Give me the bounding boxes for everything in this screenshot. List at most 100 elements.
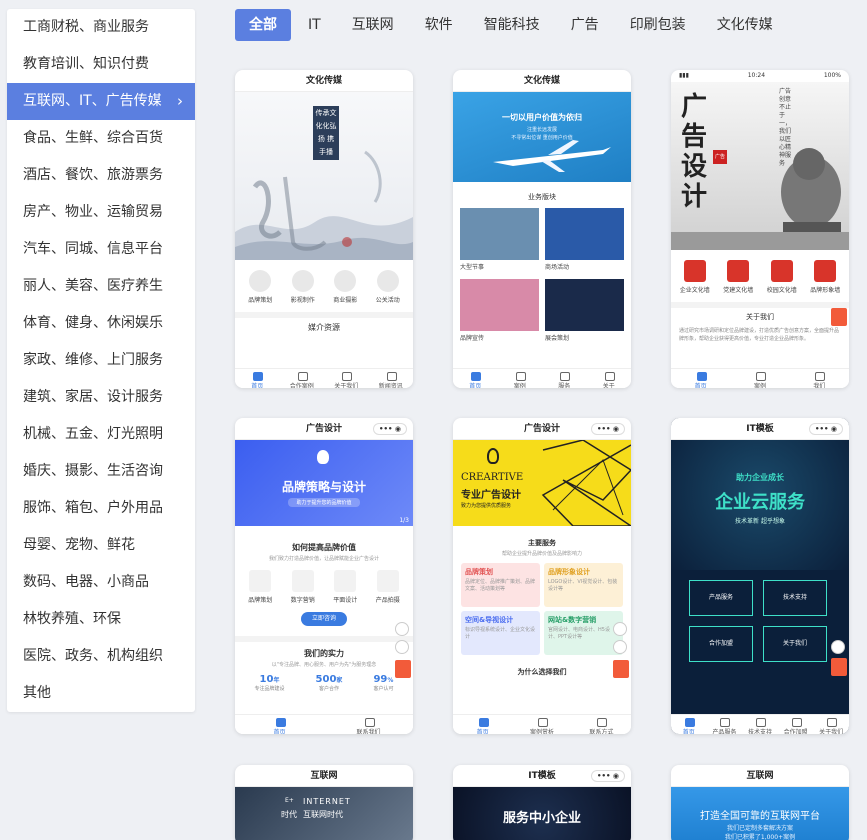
sidebar-item[interactable]: 服饰、箱包、户外用品 [7,490,195,527]
consult-button[interactable]: 立即咨询 [301,612,347,626]
sidebar-item[interactable]: 家政、维修、上门服务 [7,342,195,379]
case-tile[interactable]: 商场活动 [545,208,624,273]
case-tile[interactable]: 大型节事 [460,208,539,273]
nav-item[interactable]: 首页 [671,369,730,388]
template-card-it-sme[interactable]: IT模板 ••• ◉ 服务中小企业 [453,765,631,840]
template-card-internet-keyboard[interactable]: 互联网 E+ 时代 INTERNET 互联网时代 [235,765,413,840]
template-card-culture-airplane[interactable]: 文化传媒 一切以用户价值为依归 注重长远发展 不寻常出位谋 重创用户价值 业务版… [453,70,631,388]
nav-item[interactable]: 新闻资讯 [369,369,414,388]
nav-item[interactable]: 首页 [235,369,280,388]
nav-item[interactable]: 关于 [587,369,632,388]
sidebar-item[interactable]: 汽车、同城、信息平台 [7,231,195,268]
service-item[interactable]: 品牌策划 [240,270,280,304]
service-box[interactable]: 合作加盟 [689,626,753,662]
phone-icon[interactable] [395,622,409,636]
phone-icon[interactable] [831,640,845,654]
nav-item[interactable]: 案例 [498,369,543,388]
nav-item[interactable]: 案例 [730,369,789,388]
nav-item[interactable]: 联系我们 [324,715,413,734]
service-box[interactable]: 技术支持 [763,580,827,616]
service-box[interactable]: 产品服务 [689,580,753,616]
stats-row: 10年 专注品牌建设 500家 客户合作 99% 客户认可 [235,668,413,692]
service-item[interactable]: 企业文化墙 [675,260,715,294]
nav-item[interactable]: 首页 [671,715,707,734]
gift-icon[interactable] [613,660,629,678]
sidebar-item[interactable]: 教育培训、知识付费 [7,46,195,83]
sidebar-item[interactable]: 酒店、餐饮、旅游票务 [7,157,195,194]
template-card-ad-lion[interactable]: ▮▮▮ 10:24 100% 广告设计 广告 广告创意不止于一，我们以匠心精神服… [671,70,849,388]
service-card[interactable]: 网站&数字营销 官网设计、电商设计、H5设计、PPT设计等 [544,611,623,655]
filter-tab[interactable]: 文化传媒 [703,9,787,41]
filter-tab[interactable]: 智能科技 [470,9,554,41]
capsule-menu-icon[interactable]: ••• ◉ [591,770,625,782]
template-card-ad-yellow[interactable]: 广告设计 ••• ◉ CREARTIVE 专业广告设计 致力为您提供优质服务 主要… [453,418,631,734]
sidebar-item[interactable]: 食品、生鲜、综合百货 [7,120,195,157]
banner-big: 企业云服务 [715,492,805,513]
gift-icon[interactable] [831,308,847,326]
case-tile[interactable]: 展会策划 [545,279,624,344]
service-item[interactable]: 品牌形象墙 [805,260,845,294]
service-item[interactable]: 品牌策划 [240,570,280,604]
template-card-internet-blue[interactable]: 互联网 打造全国可靠的互联网平台 我们已定制多套解决方案 我们已积累了1,000… [671,765,849,840]
service-item[interactable]: 平面设计 [325,570,365,604]
service-item[interactable]: 产品拍摄 [368,570,408,604]
service-item[interactable]: 校园文化墙 [762,260,802,294]
sidebar-item-label: 房产、物业、运输贸易 [23,204,163,220]
filter-tab[interactable]: 全部 [235,9,291,41]
sidebar-item[interactable]: 林牧养殖、环保 [7,601,195,638]
nav-item[interactable]: 首页 [235,715,324,734]
sidebar-item[interactable]: 母婴、宠物、鲜花 [7,527,195,564]
gift-icon[interactable] [395,660,411,678]
nav-item[interactable]: 合作案例 [280,369,325,388]
sidebar-item-label: 其他 [23,685,51,701]
case-tile[interactable]: 品牌宣传 [460,279,539,344]
nav-item[interactable]: 技术支持 [742,715,778,734]
filter-tab[interactable]: 互联网 [338,9,408,41]
service-card[interactable]: 品牌策划 品牌定位、品牌推广策划、品牌文案、活动策划等 [461,563,540,607]
nav-item[interactable]: 首页 [453,369,498,388]
nav-item[interactable]: 我们 [790,369,849,388]
template-card-it-cloud[interactable]: IT模板 ••• ◉ 助力企业成长 企业云服务 技术革新 超乎想象 产品服务 技术支… [671,418,849,734]
sidebar-item[interactable]: 机械、五金、灯光照明 [7,416,195,453]
capsule-menu-icon[interactable]: ••• ◉ [591,423,625,435]
filter-tab[interactable]: 印刷包装 [616,9,700,41]
chat-icon[interactable] [395,640,409,654]
capsule-menu-icon[interactable]: ••• ◉ [373,423,407,435]
sidebar-item[interactable]: 数码、电器、小商品 [7,564,195,601]
sidebar-item[interactable]: 房产、物业、运输贸易 [7,194,195,231]
sidebar-item[interactable]: 建筑、家居、设计服务 [7,379,195,416]
service-box[interactable]: 关于我们 [763,626,827,662]
gift-icon[interactable] [831,658,847,676]
nav-item[interactable]: 案例赏析 [512,715,571,734]
nav-item[interactable]: 服务 [542,369,587,388]
service-item[interactable]: 数字营销 [283,570,323,604]
sidebar-item[interactable]: 工商财税、商业服务 [7,9,195,46]
nav-item[interactable]: 关于我们 [324,369,369,388]
service-item[interactable]: 影视制作 [283,270,323,304]
sidebar-item[interactable]: 体育、健身、休闲娱乐 [7,305,195,342]
service-card[interactable]: 品牌形象设计 LOGO设计、VI视觉设计、包装设计等 [544,563,623,607]
phone-icon[interactable] [613,622,627,636]
nav-item[interactable]: 首页 [453,715,512,734]
nav-item[interactable]: 合作加盟 [778,715,814,734]
service-label: 公关活动 [375,297,400,304]
filter-tab[interactable]: 软件 [411,9,467,41]
chat-icon[interactable] [613,640,627,654]
nav-item[interactable]: 联系方式 [572,715,631,734]
sidebar-item[interactable]: 丽人、美容、医疗养生 [7,268,195,305]
filter-tab[interactable]: IT [294,9,335,41]
service-item[interactable]: 商业摄影 [325,270,365,304]
sidebar-item[interactable]: 其他 [7,675,195,712]
sidebar-item[interactable]: 婚庆、摄影、生活咨询 [7,453,195,490]
capsule-menu-icon[interactable]: ••• ◉ [809,423,843,435]
service-item[interactable]: 党建文化墙 [718,260,758,294]
service-card[interactable]: 空间&导视设计 标识导视系统设计、企业文化设计 [461,611,540,655]
template-card-ad-strategy[interactable]: 广告设计 ••• ◉ 品牌策略与设计 助力于提升您的品牌价值 1/3 如何提高品牌… [235,418,413,734]
nav-item[interactable]: 产品服务 [707,715,743,734]
sidebar-item[interactable]: 互联网、IT、广告传媒 › [7,83,195,120]
filter-tab[interactable]: 广告 [557,9,613,41]
template-card-culture-ink[interactable]: 文化传媒 传承文化化弘扬 携手播 品牌策划 影视制作 商业摄影 公关活动 媒介资源 首… [235,70,413,388]
sidebar-item[interactable]: 医院、政务、机构组织 [7,638,195,675]
nav-item[interactable]: 关于我们 [813,715,849,734]
service-item[interactable]: 公关活动 [368,270,408,304]
